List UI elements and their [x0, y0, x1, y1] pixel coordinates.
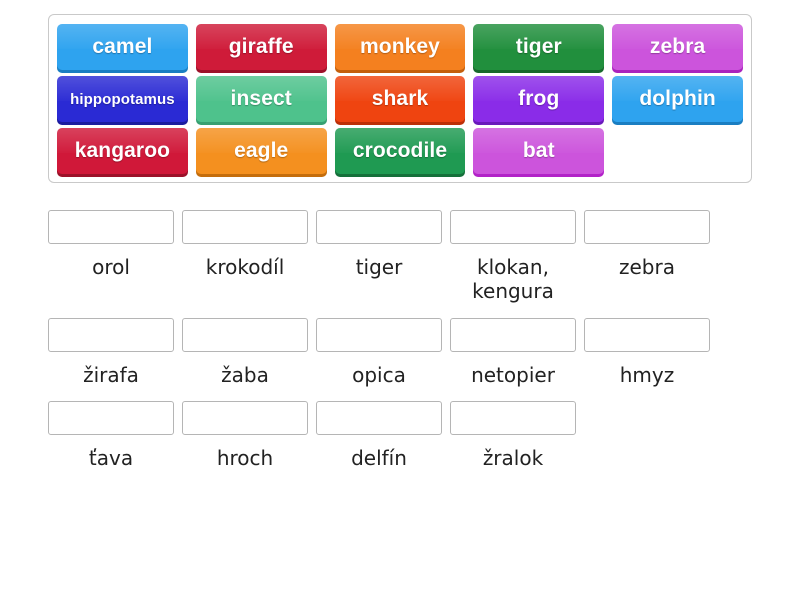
- answer-row-1: orol krokodíl tiger klokan, kengura zebr…: [48, 210, 752, 304]
- answer-cell-empty: [584, 401, 710, 470]
- word-tile-label: crocodile: [352, 139, 448, 162]
- word-tile-label: frog: [518, 87, 560, 110]
- word-tile-empty-slot: [612, 128, 743, 174]
- word-tile-label: insect: [230, 87, 292, 110]
- word-tile-camel[interactable]: camel: [57, 24, 188, 70]
- answer-label: ťava: [88, 446, 134, 471]
- dropzone-delfin[interactable]: [316, 401, 442, 436]
- word-tile-giraffe[interactable]: giraffe: [195, 24, 327, 70]
- answer-cell-hmyz: hmyz: [584, 317, 710, 387]
- dropzone-zaba[interactable]: [182, 317, 308, 352]
- word-tile-insect[interactable]: insect: [195, 76, 327, 122]
- word-tile-hippopotamus[interactable]: hippopotamus: [57, 76, 188, 122]
- dropzone-hmyz[interactable]: [584, 317, 710, 352]
- answer-label: krokodíl: [205, 255, 285, 279]
- word-tile-shark[interactable]: shark: [334, 76, 466, 122]
- word-tile-label: eagle: [234, 139, 289, 162]
- answer-label: opica: [352, 362, 406, 387]
- answer-cell-delfin: delfín: [316, 401, 442, 470]
- answer-label: žaba: [221, 362, 269, 387]
- word-tile-label: camel: [92, 35, 153, 58]
- answer-row-3: ťava hroch delfín žralok: [48, 401, 752, 470]
- word-tile-label: kangaroo: [74, 139, 171, 162]
- answer-label: klokan, kengura: [472, 255, 554, 304]
- word-tile-label: dolphin: [639, 87, 716, 110]
- answer-label: hmyz: [619, 362, 675, 387]
- answer-cell-krokodil: krokodíl: [182, 210, 308, 304]
- word-tile-crocodile[interactable]: crocodile: [334, 128, 466, 174]
- answer-label: tiger: [355, 255, 403, 279]
- answer-cell-zebra: zebra: [584, 210, 710, 304]
- answer-cell-zirafa: žirafa: [48, 317, 174, 387]
- answer-cell-zaba: žaba: [182, 317, 308, 387]
- answer-cell-netopier: netopier: [450, 317, 576, 387]
- answer-cell-opica: opica: [316, 317, 442, 387]
- dropzone-orol[interactable]: [48, 210, 174, 244]
- answer-label: orol: [92, 255, 130, 279]
- word-bank-row-1: camel giraffe monkey tiger zebra: [57, 24, 743, 70]
- answer-label: zebra: [619, 255, 675, 279]
- word-tile-eagle[interactable]: eagle: [195, 128, 327, 174]
- answer-row-2: žirafa žaba opica netopier hmyz: [48, 317, 752, 387]
- word-tile-label: monkey: [360, 35, 440, 58]
- word-tile-label: tiger: [515, 35, 562, 58]
- answer-cell-klokan: klokan, kengura: [450, 210, 576, 304]
- dropzone-krokodil[interactable]: [182, 210, 308, 244]
- word-tile-monkey[interactable]: monkey: [334, 24, 466, 70]
- word-bank: camel giraffe monkey tiger zebra hippopo…: [48, 14, 752, 183]
- answer-label: žirafa: [83, 362, 139, 387]
- answer-cell-orol: orol: [48, 210, 174, 304]
- word-tile-label: shark: [371, 87, 429, 110]
- answer-label: žralok: [482, 446, 544, 471]
- answer-cell-zralok: žralok: [450, 401, 576, 470]
- word-tile-kangaroo[interactable]: kangaroo: [57, 128, 188, 174]
- dropzone-tiger[interactable]: [316, 210, 442, 244]
- word-bank-row-3: kangaroo eagle crocodile bat: [57, 128, 743, 174]
- dropzone-klokan[interactable]: [450, 210, 576, 244]
- dropzone-zirafa[interactable]: [48, 317, 174, 352]
- word-tile-label: hippopotamus: [70, 90, 175, 108]
- word-tile-label: zebra: [649, 35, 706, 58]
- dropzone-tava[interactable]: [48, 401, 174, 436]
- word-tile-bat[interactable]: bat: [473, 128, 605, 174]
- word-tile-zebra[interactable]: zebra: [612, 24, 743, 70]
- answer-grid: orol krokodíl tiger klokan, kengura zebr…: [48, 210, 752, 485]
- answer-cell-tava: ťava: [48, 401, 174, 470]
- answer-cell-tiger: tiger: [316, 210, 442, 304]
- dropzone-opica[interactable]: [316, 317, 442, 352]
- word-tile-label: bat: [522, 139, 555, 162]
- answer-cell-hroch: hroch: [182, 401, 308, 470]
- answer-label: netopier: [471, 362, 555, 387]
- word-tile-label: giraffe: [228, 35, 294, 58]
- word-tile-dolphin[interactable]: dolphin: [612, 76, 743, 122]
- word-tile-frog[interactable]: frog: [473, 76, 605, 122]
- answer-label: hroch: [216, 446, 274, 471]
- word-bank-row-2: hippopotamus insect shark frog dolphin: [57, 76, 743, 122]
- dropzone-zebra[interactable]: [584, 210, 710, 244]
- dropzone-hroch[interactable]: [182, 401, 308, 436]
- word-tile-tiger[interactable]: tiger: [473, 24, 605, 70]
- match-up-activity: camel giraffe monkey tiger zebra hippopo…: [0, 0, 800, 600]
- dropzone-netopier[interactable]: [450, 317, 576, 352]
- answer-label: delfín: [351, 446, 407, 471]
- dropzone-zralok[interactable]: [450, 401, 576, 436]
